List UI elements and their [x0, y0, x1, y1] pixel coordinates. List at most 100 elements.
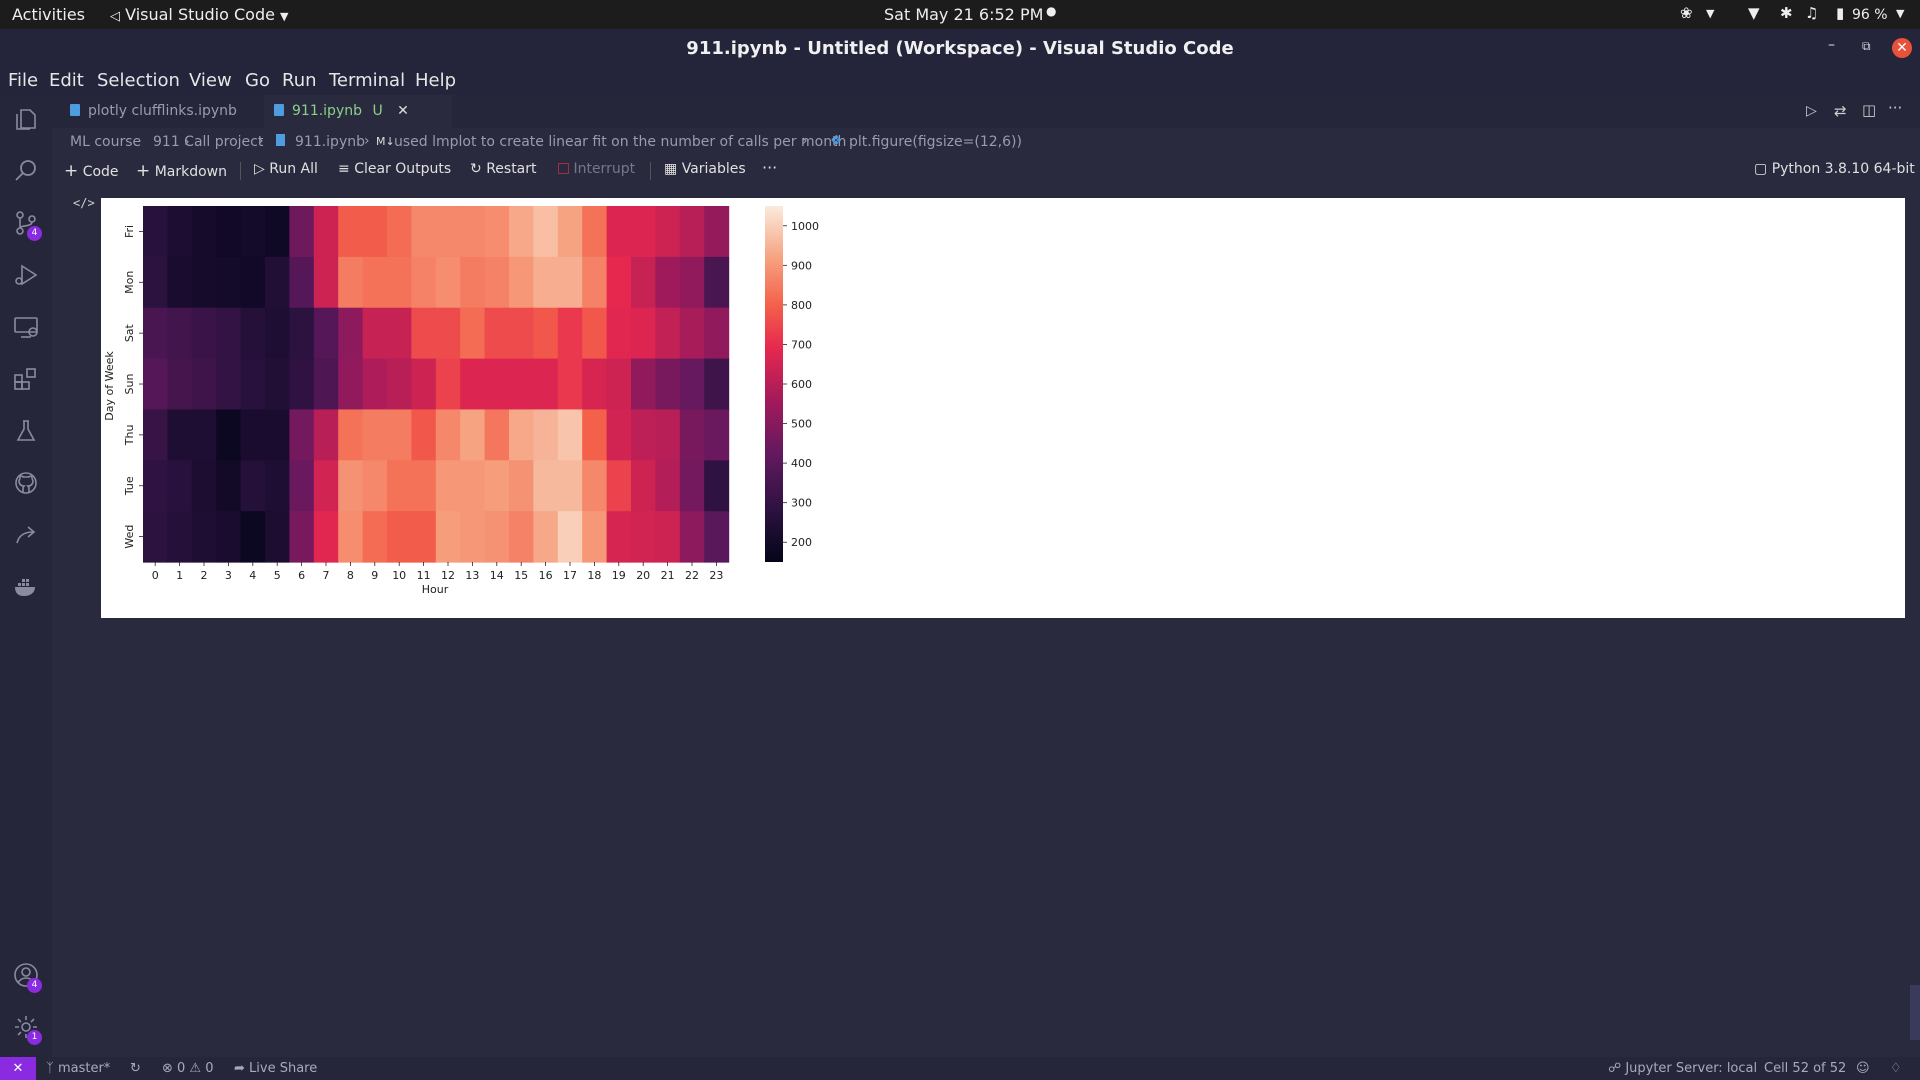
- restore-icon[interactable]: ⧉: [1862, 39, 1871, 54]
- heatmap-cell: [509, 511, 534, 563]
- bluetooth-icon[interactable]: ✱: [1780, 4, 1793, 22]
- menu-go[interactable]: Go: [245, 70, 270, 91]
- heatmap-cell: [704, 460, 730, 512]
- search-icon[interactable]: [12, 157, 40, 185]
- accessibility-icon[interactable]: ❀: [1680, 4, 1693, 22]
- add-code-cell-button[interactable]: + Code: [64, 161, 119, 181]
- app-menu[interactable]: ◁ Visual Studio Code ▼: [110, 5, 289, 24]
- clock[interactable]: Sat May 21 6:52 PM: [884, 5, 1043, 24]
- x-tick-label: 5: [274, 569, 281, 582]
- menu-selection[interactable]: Selection: [97, 70, 180, 91]
- problems-status[interactable]: ⊗ 0 ⚠ 0: [162, 1061, 214, 1076]
- live-share-icon[interactable]: [12, 521, 40, 549]
- heatmap-cell: [167, 256, 193, 309]
- more-toolbar-actions-icon[interactable]: ···: [762, 158, 777, 177]
- x-tick-label: 0: [152, 569, 159, 582]
- battery-percentage[interactable]: 96 %: [1852, 7, 1888, 23]
- breadcrumb-folder-2[interactable]: 911 Call project: [153, 134, 263, 150]
- restart-icon: ↻: [470, 161, 482, 177]
- minimize-icon[interactable]: –: [1828, 37, 1835, 53]
- cell-count-status[interactable]: Cell 52 of 52: [1764, 1061, 1846, 1076]
- accounts-badge: 4: [27, 978, 42, 993]
- heatmap-cell: [167, 206, 193, 258]
- heatmap-cell: [289, 358, 315, 411]
- breadcrumb-file[interactable]: 911.ipynb: [295, 134, 365, 150]
- heatmap-cell: [704, 409, 730, 461]
- jupyter-server-status[interactable]: ☍ Jupyter Server: local: [1608, 1061, 1757, 1076]
- tab-911-ipynb[interactable]: 911.ipynb U ✕: [264, 95, 452, 128]
- menu-edit[interactable]: Edit: [49, 70, 84, 91]
- window-title-bar[interactable]: 911.ipynb - Untitled (Workspace) - Visua…: [0, 29, 1920, 68]
- breadcrumb-symbol[interactable]: plt.figure(figsize=(12,6)): [849, 134, 1022, 150]
- extensions-icon[interactable]: [12, 365, 40, 393]
- activities-button[interactable]: Activities: [12, 5, 85, 24]
- menu-terminal[interactable]: Terminal: [329, 70, 405, 91]
- chevron-down-icon[interactable]: ▼: [1706, 7, 1714, 20]
- heatmap-cell: [679, 307, 705, 360]
- restart-button[interactable]: ↻ Restart: [470, 161, 537, 177]
- heatmap-cell: [216, 511, 242, 563]
- volume-icon[interactable]: ♫: [1805, 4, 1818, 22]
- heatmap-cell: [460, 307, 486, 360]
- tab-plotly-clufflinks[interactable]: plotly clufflinks.ipynb: [64, 95, 254, 128]
- heatmap-cell: [679, 511, 705, 563]
- menu-run[interactable]: Run: [282, 70, 317, 91]
- cell-output-toggle[interactable]: </>: [73, 196, 95, 210]
- github-icon[interactable]: [12, 469, 40, 497]
- run-all-label: Run All: [269, 161, 318, 177]
- x-tick-label: 9: [371, 569, 378, 582]
- chevron-down-icon: ▼: [280, 10, 289, 23]
- close-tab-icon[interactable]: ✕: [397, 103, 409, 119]
- sync-icon[interactable]: ↻: [130, 1061, 141, 1076]
- docker-icon[interactable]: [12, 573, 40, 601]
- heatmap-cell: [509, 307, 534, 360]
- menu-file[interactable]: File: [8, 70, 38, 91]
- explorer-icon[interactable]: [12, 105, 40, 133]
- wifi-icon[interactable]: ▼: [1748, 4, 1760, 22]
- heatmap-cell: [265, 511, 290, 563]
- live-share-status[interactable]: ➦ Live Share: [234, 1061, 317, 1076]
- compare-changes-icon[interactable]: ⇄: [1834, 102, 1847, 120]
- x-tick-label: 17: [563, 569, 577, 582]
- heatmap-cell: [484, 307, 510, 360]
- more-actions-icon[interactable]: ···: [1888, 99, 1902, 117]
- kernel-picker[interactable]: ▢ Python 3.8.10 64-bit: [1754, 161, 1915, 177]
- heatmap-cell: [411, 409, 437, 461]
- branch-status[interactable]: ᛉ master*: [46, 1061, 110, 1076]
- clear-all-icon: ≡: [338, 161, 350, 177]
- close-window-button[interactable]: ✕: [1892, 38, 1912, 58]
- interrupt-button[interactable]: Interrupt: [558, 161, 635, 177]
- heatmap-cell: [216, 409, 242, 461]
- feedback-icon[interactable]: ☺: [1856, 1061, 1870, 1076]
- chevron-down-icon[interactable]: ▼: [1896, 7, 1904, 20]
- notifications-bell-icon[interactable]: ♢: [1890, 1061, 1902, 1076]
- heatmap-cell: [484, 511, 510, 563]
- run-all-button[interactable]: ▷ Run All: [254, 161, 318, 177]
- add-markdown-cell-button[interactable]: + Markdown: [136, 161, 227, 181]
- breadcrumb-cell[interactable]: used lmplot to create linear fit on the …: [394, 134, 846, 150]
- menu-help[interactable]: Help: [415, 70, 456, 91]
- remote-explorer-icon[interactable]: [12, 313, 40, 341]
- menu-bar: File Edit Selection View Go Run Terminal…: [0, 68, 1920, 95]
- run-icon[interactable]: ▷: [1806, 103, 1817, 119]
- x-tick-label: 4: [249, 569, 256, 582]
- remote-indicator[interactable]: ✕: [0, 1057, 36, 1080]
- heatmap-cell: [557, 460, 583, 512]
- heatmap-cell: [435, 307, 461, 360]
- vertical-scrollbar[interactable]: [1910, 985, 1920, 1040]
- x-tick-label: 8: [347, 569, 354, 582]
- clear-outputs-button[interactable]: ≡ Clear Outputs: [338, 161, 451, 177]
- x-tick-label: 13: [465, 569, 479, 582]
- heatmap-cell: [313, 511, 339, 563]
- heatmap-cell: [265, 256, 290, 309]
- heatmap-cell: [631, 409, 656, 461]
- split-editor-icon[interactable]: ◫: [1862, 101, 1876, 119]
- run-debug-icon[interactable]: [12, 261, 40, 289]
- x-tick-label: 14: [490, 569, 504, 582]
- variables-button[interactable]: ▦ Variables: [664, 161, 746, 177]
- colorbar-tick-label: 400: [791, 457, 812, 470]
- heatmap-cell: [533, 206, 559, 258]
- menu-view[interactable]: View: [189, 70, 232, 91]
- heatmap-cell: [460, 460, 486, 512]
- testing-flask-icon[interactable]: [12, 417, 40, 445]
